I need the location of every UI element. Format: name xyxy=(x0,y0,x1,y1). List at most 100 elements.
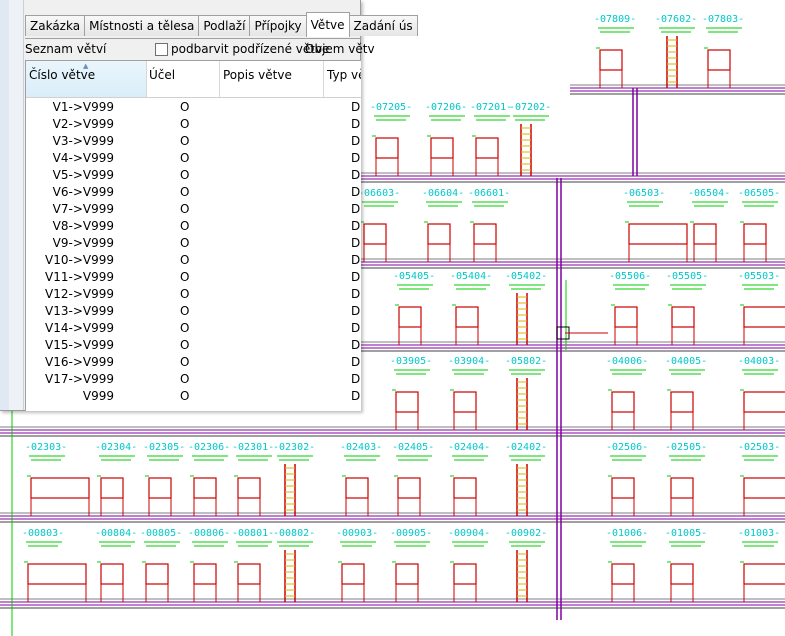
room-label: -02405- xyxy=(392,442,434,453)
table-row[interactable]: V15->V999 O D xyxy=(26,337,361,354)
table-row[interactable]: V999 O D xyxy=(26,388,361,405)
room-label: -06503- xyxy=(623,188,665,199)
cell-typ-vetve: D xyxy=(351,236,361,250)
room-label: -06504- xyxy=(688,188,730,199)
table-row[interactable]: V7->V999 O D xyxy=(26,201,361,218)
cell-typ-vetve: D xyxy=(351,100,361,114)
table-row[interactable]: V3->V999 O D xyxy=(26,133,361,150)
tab-podlazi[interactable]: Podlaží xyxy=(198,15,251,36)
room-label: -02403- xyxy=(340,442,382,453)
cell-typ-vetve: D xyxy=(351,389,361,403)
cell-ucel: O xyxy=(180,321,190,335)
highlight-subbranches-checkbox[interactable] xyxy=(155,43,168,56)
cell-cislo-vetve: V17->V999 xyxy=(45,372,114,386)
cell-ucel: O xyxy=(180,100,190,114)
tab-vetve[interactable]: Větve xyxy=(305,12,350,37)
table-row[interactable]: V2->V999 O D xyxy=(26,116,361,133)
cell-typ-vetve: D xyxy=(351,338,361,352)
room-label: -01003- xyxy=(738,528,780,539)
room-label: -07205- xyxy=(370,102,412,113)
room-label: -04006- xyxy=(606,356,648,367)
room-label: -00805- xyxy=(140,528,182,539)
room-label: -02302- xyxy=(273,442,315,453)
branches-panel: Zakázka Místnosti a tělesa Podlaží Přípojky… xyxy=(0,0,418,411)
cell-cislo-vetve: V12->V999 xyxy=(45,287,114,301)
room-label: -06505- xyxy=(738,188,780,199)
tab-divider xyxy=(25,38,360,39)
room-label: -02404- xyxy=(448,442,490,453)
cell-cislo-vetve: V1->V999 xyxy=(52,100,114,114)
table-row[interactable]: V4->V999 O D xyxy=(26,150,361,167)
cell-cislo-vetve: V8->V999 xyxy=(52,219,114,233)
table-row[interactable]: V11->V999 O D xyxy=(26,269,361,286)
sort-ascending-icon: ▲ xyxy=(83,62,89,70)
cell-ucel: O xyxy=(180,151,190,165)
cell-typ-vetve: D xyxy=(351,117,361,131)
column-header-ucel[interactable]: Účel xyxy=(146,61,220,97)
cell-cislo-vetve: V2->V999 xyxy=(52,117,114,131)
cell-ucel: O xyxy=(180,355,190,369)
room-label: -01006- xyxy=(606,528,648,539)
tab-mistnosti-a-telesa[interactable]: Místnosti a tělesa xyxy=(84,15,200,36)
cell-ucel: O xyxy=(180,236,190,250)
room-label: -02304- xyxy=(95,442,137,453)
table-row[interactable]: V5->V999 O D xyxy=(26,167,361,184)
room-label: -00903- xyxy=(336,528,378,539)
table-row[interactable]: V6->V999 O D xyxy=(26,184,361,201)
tab-pripojky[interactable]: Přípojky xyxy=(249,15,307,36)
room-label: -04003- xyxy=(738,356,780,367)
room-label: -05505- xyxy=(666,271,708,282)
room-label: -02503- xyxy=(738,442,780,453)
table-row[interactable]: V16->V999 O D xyxy=(26,354,361,371)
room-label: -00806- xyxy=(188,528,230,539)
tab-zakazka[interactable]: Zakázka xyxy=(25,15,86,36)
room-label: -00801- xyxy=(232,528,274,539)
cell-cislo-vetve: V6->V999 xyxy=(52,185,114,199)
room-label: -00802- xyxy=(273,528,315,539)
cell-cislo-vetve: V7->V999 xyxy=(52,202,114,216)
column-header-popis-vetve[interactable]: Popis větve xyxy=(220,61,324,97)
table-row[interactable]: V9->V999 O D xyxy=(26,235,361,252)
table-row[interactable]: V12->V999 O D xyxy=(26,286,361,303)
room-label: -06601- xyxy=(468,188,510,199)
tab-zadani-us[interactable]: Zadání ús xyxy=(348,15,418,36)
room-label: -05503- xyxy=(738,271,780,282)
cell-cislo-vetve: V15->V999 xyxy=(45,338,114,352)
room-label: -00804- xyxy=(95,528,137,539)
table-row[interactable]: V1->V999 O D xyxy=(26,99,361,116)
cell-ucel: O xyxy=(180,185,190,199)
room-label: -00905- xyxy=(390,528,432,539)
table-row[interactable]: V14->V999 O D xyxy=(26,320,361,337)
room-label: -03905- xyxy=(390,356,432,367)
cell-typ-vetve: D xyxy=(351,168,361,182)
cell-cislo-vetve: V4->V999 xyxy=(52,151,114,165)
room-label: -05404- xyxy=(450,271,492,282)
room-label: -07202- xyxy=(509,102,551,113)
cell-cislo-vetve: V3->V999 xyxy=(52,134,114,148)
room-label: -07201- xyxy=(470,102,512,113)
cell-ucel: O xyxy=(180,202,190,216)
table-row[interactable]: V17->V999 O D xyxy=(26,371,361,388)
column-label-cislo: Číslo větve xyxy=(29,68,96,82)
room-label: -07809- xyxy=(594,14,636,25)
room-label: -02305- xyxy=(143,442,185,453)
room-label: -01005- xyxy=(665,528,707,539)
cell-typ-vetve: D xyxy=(351,355,361,369)
room-label: -02505- xyxy=(665,442,707,453)
room-label: -05402- xyxy=(505,271,547,282)
cell-ucel: O xyxy=(180,168,190,182)
column-header-typ-vetve[interactable]: Typ větv xyxy=(324,61,361,97)
cell-ucel: O xyxy=(180,134,190,148)
table-row[interactable]: V10->V999 O D xyxy=(26,252,361,269)
cell-typ-vetve: D xyxy=(351,151,361,165)
table-row[interactable]: V13->V999 O D xyxy=(26,303,361,320)
column-label-ucel: Účel xyxy=(149,68,176,82)
column-label-typ: Typ větv xyxy=(327,68,361,82)
room-label: -04005- xyxy=(665,356,707,367)
table-row[interactable]: V8->V999 O D xyxy=(26,218,361,235)
cell-ucel: O xyxy=(180,372,190,386)
column-header-cislo-vetve[interactable]: Číslo větve ▲ xyxy=(26,61,147,97)
cell-cislo-vetve: V9->V999 xyxy=(52,236,114,250)
room-label: -02303- xyxy=(25,442,67,453)
room-label: -02301- xyxy=(232,442,274,453)
